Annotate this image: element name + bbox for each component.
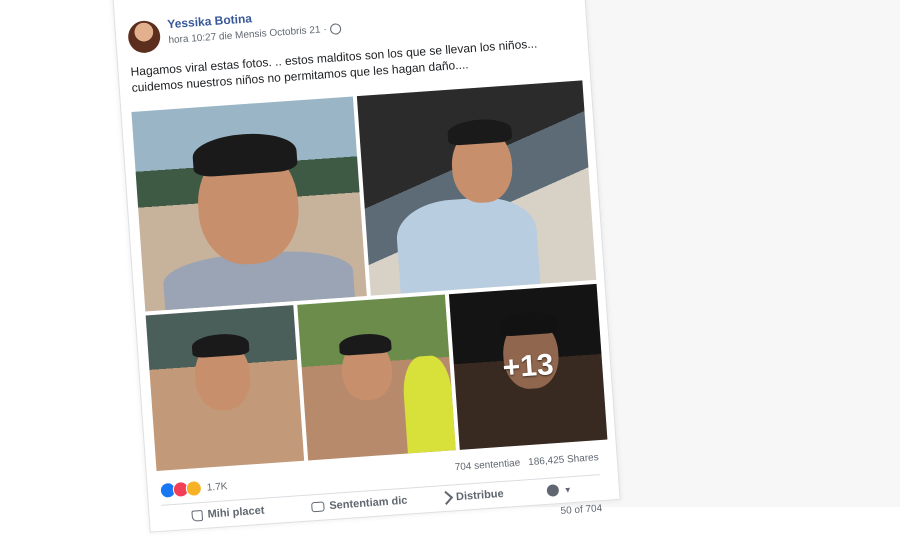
audience-icon — [546, 484, 560, 497]
photo-4[interactable] — [297, 294, 456, 461]
share-label: Distribue — [455, 487, 505, 504]
engagement-counts: 704 sententiae 186,425 Shares — [454, 452, 599, 473]
share-icon — [439, 490, 454, 505]
avatar[interactable] — [127, 19, 162, 54]
comments-count[interactable]: 704 sententiae — [454, 458, 520, 474]
photo-3[interactable] — [145, 305, 305, 472]
shares-count[interactable]: 186,425 Shares — [528, 452, 599, 468]
photo-5[interactable]: +13 — [448, 283, 608, 450]
like-icon — [191, 509, 204, 522]
audience-selector[interactable]: ▼ — [546, 483, 572, 497]
reactions-summary[interactable]: 1.7K — [159, 478, 228, 499]
comment-button[interactable]: Sententiam dic — [311, 495, 408, 514]
photo-2[interactable] — [356, 80, 597, 296]
chevron-down-icon: ▼ — [563, 484, 573, 495]
like-label: Mihi placet — [207, 504, 265, 521]
share-button[interactable]: Distribue — [439, 487, 505, 505]
wow-reaction-icon — [185, 479, 203, 498]
like-button[interactable]: Mihi placet — [191, 505, 265, 522]
photo-grid: +13 — [131, 80, 608, 472]
facebook-post-card: Yessika Botina hora 10:27 die Mensis Oct… — [112, 0, 621, 533]
more-photos-overlay[interactable]: +13 — [448, 283, 608, 450]
photo-pager: 50 of 704 — [560, 503, 603, 517]
comment-label: Sententiam dic — [328, 494, 408, 513]
globe-icon — [329, 23, 342, 35]
author-name[interactable]: Yessika Botina — [167, 11, 252, 31]
meta-separator: · — [323, 24, 328, 36]
photo-1[interactable] — [131, 96, 367, 312]
more-photos-count: +13 — [501, 348, 555, 385]
reactions-count: 1.7K — [206, 480, 228, 494]
